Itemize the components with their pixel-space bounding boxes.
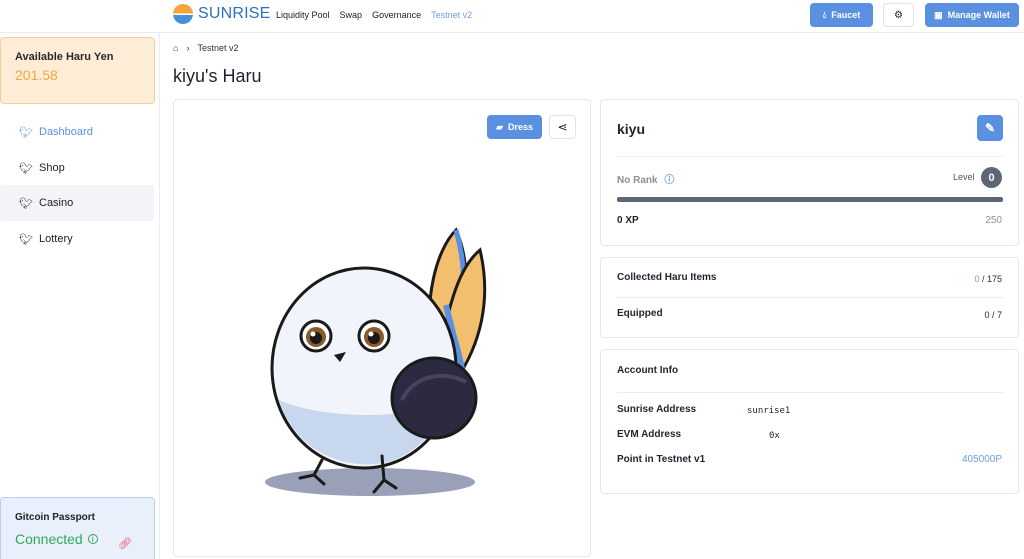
manage-wallet-label: Manage Wallet: [947, 10, 1010, 20]
xp-progress-bar: [617, 197, 1003, 202]
rank-label: No Rank ⓘ: [617, 171, 674, 186]
balance-value: 201.58: [15, 67, 58, 83]
points-label: Point in Testnet v1: [617, 454, 706, 465]
level-badge: 0: [981, 167, 1002, 188]
dashboard-icon: 🐦︎: [19, 126, 33, 139]
manage-wallet-button[interactable]: ▣ Manage Wallet: [925, 3, 1019, 27]
collected-value: 0: [974, 274, 980, 284]
faucet-button[interactable]: 💧︎ Faucet: [810, 3, 873, 27]
level-label: Level: [953, 172, 975, 182]
info-icon[interactable]: i: [87, 534, 98, 544]
dress-label: Dress: [507, 122, 533, 132]
points-value: 405000P: [961, 454, 1002, 465]
collected-total: / 175: [981, 274, 1002, 284]
sunrise-logo[interactable]: SUNRISE: [173, 4, 271, 24]
divider: [617, 156, 1003, 157]
passport-status-label: Connected: [15, 531, 83, 547]
equipped-total: / 7: [991, 310, 1002, 320]
shop-icon: 🐦︎: [19, 162, 33, 175]
evm-address-value[interactable]: 0x: [769, 431, 780, 441]
sidebar-item-label: Dashboard: [39, 126, 93, 138]
nav-liquidity-pool[interactable]: Liquidity Pool: [276, 10, 330, 20]
sunrise-logo-icon: [173, 4, 193, 24]
equipped-count: 0 / 7: [984, 310, 1002, 320]
settings-button[interactable]: ⚙: [883, 3, 914, 27]
haru-display-panel: [173, 99, 591, 557]
shirt-icon: ▰: [496, 121, 503, 132]
info-icon[interactable]: ⓘ: [664, 175, 674, 186]
balance-card: Available Haru Yen 201.58: [0, 37, 155, 104]
gitcoin-passport-card: Gitcoin Passport Connected i 🔗︎: [0, 497, 155, 559]
link-icon[interactable]: 🔗︎: [118, 537, 132, 550]
sidebar-item-shop[interactable]: 🐦︎ Shop: [0, 150, 154, 186]
sidebar-item-label: Shop: [39, 162, 65, 174]
profile-card: kiyu ✎ No Rank ⓘ Level 0 0 XP 250: [600, 99, 1019, 246]
breadcrumb: ⌂ › Testnet v2: [173, 43, 238, 53]
sidebar-item-dashboard[interactable]: 🐦︎ Dashboard: [0, 114, 154, 150]
equipped-value: 0: [984, 310, 990, 320]
sidebar-item-lottery[interactable]: 🐦︎ Lottery: [0, 221, 154, 257]
nav-swap[interactable]: Swap: [340, 10, 363, 20]
nav-testnet-v2[interactable]: Testnet v2: [431, 10, 472, 20]
dress-button[interactable]: ▰ Dress: [487, 115, 542, 139]
share-icon: ⋖: [557, 120, 568, 134]
sunrise-address-value[interactable]: sunrise1: [747, 406, 790, 416]
divider: [617, 297, 1003, 298]
wallet-icon: ▣: [934, 9, 943, 20]
nav-governance[interactable]: Governance: [372, 10, 421, 20]
page-title: kiyu's Haru: [173, 66, 262, 86]
divider: [617, 392, 1003, 393]
xp-value: 0 XP: [617, 215, 639, 226]
account-info-card: Account Info Sunrise Address sunrise1 EV…: [600, 349, 1019, 494]
balance-label: Available Haru Yen: [15, 51, 114, 63]
haru-name: kiyu: [617, 121, 646, 137]
top-navigation-bar: SUNRISE Liquidity Pool Swap Governance T…: [0, 0, 1024, 33]
account-title: Account Info: [617, 365, 679, 376]
faucet-label: Faucet: [831, 10, 861, 20]
items-card: Collected Haru Items 0 / 175 Equipped 0 …: [600, 257, 1019, 338]
pencil-icon: ✎: [984, 121, 996, 135]
equipped-label: Equipped: [617, 308, 663, 319]
gear-icon: ⚙: [894, 9, 903, 21]
main-nav: Liquidity Pool Swap Governance Testnet v…: [276, 10, 472, 20]
sunrise-address-label: Sunrise Address: [617, 404, 697, 415]
casino-icon: 🐦︎: [19, 197, 33, 210]
home-icon[interactable]: ⌂: [173, 43, 178, 53]
collected-label: Collected Haru Items: [617, 272, 717, 283]
sidebar: Available Haru Yen 201.58 🐦︎ Dashboard 🐦…: [0, 33, 160, 559]
sidebar-item-casino[interactable]: 🐦︎ Casino: [0, 185, 154, 221]
breadcrumb-current: Testnet v2: [197, 43, 239, 53]
rank-text: No Rank: [617, 175, 658, 186]
edit-name-button[interactable]: ✎: [977, 115, 1003, 141]
droplet-icon: 💧︎: [822, 9, 827, 20]
share-button[interactable]: ⋖: [549, 115, 576, 139]
sidebar-item-label: Casino: [39, 197, 74, 209]
haru-bird-illustration: [265, 227, 487, 496]
sidebar-item-label: Lottery: [39, 233, 73, 245]
bird-shadow: [265, 468, 475, 496]
chevron-right-icon: ›: [186, 43, 190, 53]
collected-count: 0 / 175: [974, 274, 1002, 284]
lottery-icon: 🐦︎: [19, 233, 33, 246]
brand-name: SUNRISE: [198, 5, 271, 22]
xp-max: 250: [985, 215, 1002, 226]
evm-address-label: EVM Address: [617, 429, 682, 440]
passport-title: Gitcoin Passport: [15, 512, 96, 523]
